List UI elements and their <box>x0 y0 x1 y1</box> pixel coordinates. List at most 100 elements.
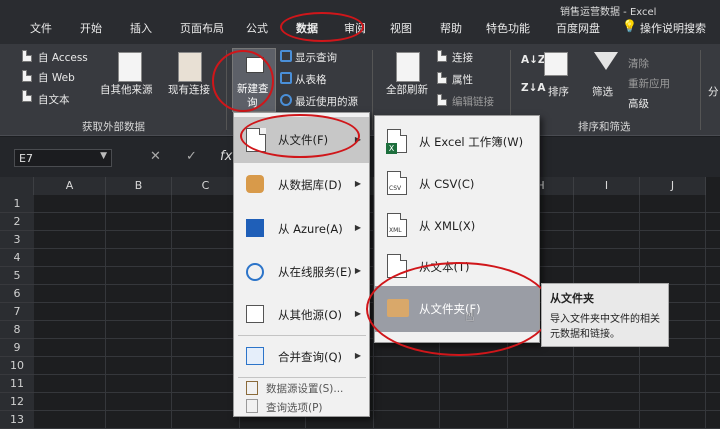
mouse-cursor-icon: ☝ <box>465 306 475 325</box>
tab-insert[interactable]: 插入 <box>130 20 152 36</box>
xml-badge: XML <box>389 227 402 234</box>
menu-item-label: 从 CSV(C) <box>419 177 475 191</box>
row-header[interactable]: 9 <box>0 339 34 357</box>
from-table-button[interactable]: 从表格 <box>295 72 327 87</box>
menu-item-label: 从数据库(D) <box>278 178 342 192</box>
web-icon <box>22 70 32 82</box>
group-label-sort-filter: 排序和筛选 <box>578 121 631 133</box>
from-web-button[interactable]: 自 Web <box>38 70 75 85</box>
filter-icon <box>594 52 618 70</box>
folder-icon <box>387 299 409 317</box>
tab-review[interactable]: 审阅 <box>344 20 366 36</box>
excel-file-icon: X <box>386 129 407 154</box>
column-header[interactable]: C <box>172 177 240 195</box>
menu-item-from-folder[interactable]: 从文件夹(F) <box>375 286 539 332</box>
row-header[interactable]: 12 <box>0 393 34 411</box>
refresh-all-button[interactable]: 全部刷新 <box>386 82 428 97</box>
row-header[interactable]: 3 <box>0 231 34 249</box>
tab-view[interactable]: 视图 <box>390 20 412 36</box>
menu-item-from-azure[interactable]: 从 Azure(A) ▶ <box>234 207 369 249</box>
cancel-icon[interactable]: ✕ <box>150 149 161 164</box>
column-header[interactable]: I <box>574 177 640 195</box>
ribbon-separator <box>700 50 701 130</box>
row-header[interactable]: 1 <box>0 195 34 213</box>
text-to-columns-button[interactable]: 分 <box>708 84 719 99</box>
menu-item-query-options[interactable]: 查询选项(P) <box>234 397 369 415</box>
settings-icon <box>246 381 258 395</box>
submenu-arrow-icon: ▶ <box>354 135 361 144</box>
recent-sources-icon <box>280 94 292 106</box>
menu-item-from-other-sources[interactable]: 从其他源(O) ▶ <box>234 293 369 335</box>
from-other-sources-button[interactable]: 自其他来源 <box>100 82 153 97</box>
tab-data[interactable]: 数据 <box>296 20 318 36</box>
submenu-arrow-icon: ▶ <box>354 179 361 188</box>
row-header[interactable]: 8 <box>0 321 34 339</box>
row-header[interactable]: 4 <box>0 249 34 267</box>
sort-ascending-icon[interactable]: A↓Z <box>521 54 546 66</box>
show-queries-button[interactable]: 显示查询 <box>295 50 337 65</box>
advanced-filter-button[interactable]: 高级 <box>628 96 649 111</box>
menu-item-label: 从文本(T) <box>419 260 470 274</box>
csv-badge: CSV <box>389 185 402 192</box>
menu-item-label: 数据源设置(S)... <box>266 383 344 395</box>
tab-page-layout[interactable]: 页面布局 <box>180 20 224 36</box>
tab-features[interactable]: 特色功能 <box>486 20 530 36</box>
from-text-button[interactable]: 自文本 <box>38 92 70 107</box>
from-file-submenu: X 从 Excel 工作簿(W) CSV 从 CSV(C) XML 从 XML(… <box>374 115 540 343</box>
row-header[interactable]: 6 <box>0 285 34 303</box>
sort-button[interactable]: 排序 <box>548 84 569 99</box>
existing-connections-button[interactable]: 现有连接 <box>168 82 210 97</box>
from-access-button[interactable]: 自 Access <box>38 50 88 65</box>
new-query-button[interactable]: 新建查 询 <box>232 48 276 112</box>
window-title: 销售运营数据 - Excel <box>560 7 657 18</box>
sort-descending-icon[interactable]: Z↓A <box>521 82 546 94</box>
edit-links-button[interactable]: 编辑链接 <box>452 94 494 109</box>
row-header[interactable]: 10 <box>0 357 34 375</box>
row-header[interactable]: 13 <box>0 411 34 429</box>
access-icon <box>22 50 32 62</box>
connections-button[interactable]: 连接 <box>452 50 473 65</box>
row-header[interactable]: 2 <box>0 213 34 231</box>
clear-filter-button[interactable]: 清除 <box>628 56 649 71</box>
menu-item-combine-queries[interactable]: 合并查询(Q) ▶ <box>234 337 369 377</box>
column-header[interactable]: J <box>640 177 706 195</box>
reapply-button[interactable]: 重新应用 <box>628 76 670 91</box>
enter-icon[interactable]: ✓ <box>186 149 197 164</box>
recent-sources-button[interactable]: 最近使用的源 <box>295 94 358 109</box>
menu-item-from-file[interactable]: 从文件(F) ▶ <box>234 117 369 163</box>
submenu-arrow-icon: ▶ <box>354 309 361 318</box>
tab-formulas[interactable]: 公式 <box>246 20 268 36</box>
ribbon-separator <box>226 50 227 130</box>
tab-baidu-netdisk[interactable]: 百度网盘 <box>556 20 600 36</box>
properties-button[interactable]: 属性 <box>452 72 473 87</box>
menu-item-from-csv[interactable]: CSV 从 CSV(C) <box>375 162 539 204</box>
lightbulb-icon: 💡 <box>622 19 637 33</box>
filter-button[interactable]: 筛选 <box>592 84 613 99</box>
tell-me-search[interactable]: 操作说明搜索 <box>640 20 706 36</box>
sort-icon <box>544 52 568 76</box>
menu-item-from-excel-workbook[interactable]: X 从 Excel 工作簿(W) <box>375 120 539 162</box>
connections-icon <box>437 50 447 62</box>
row-header[interactable]: 5 <box>0 267 34 285</box>
menu-item-from-database[interactable]: 从数据库(D) ▶ <box>234 163 369 207</box>
ribbon-separator <box>372 50 373 130</box>
column-header[interactable]: A <box>34 177 106 195</box>
tab-file[interactable]: 文件 <box>30 20 52 36</box>
menu-item-data-source-settings[interactable]: 数据源设置(S)... <box>234 379 369 397</box>
menu-divider <box>238 335 366 336</box>
menu-item-from-online-services[interactable]: 从在线服务(E) ▶ <box>234 249 369 293</box>
tab-help[interactable]: 帮助 <box>440 20 462 36</box>
file-icon <box>246 128 266 152</box>
insert-function-button[interactable]: fx <box>220 149 232 164</box>
row-header[interactable]: 11 <box>0 375 34 393</box>
new-query-menu: 从文件(F) ▶ 从数据库(D) ▶ 从 Azure(A) ▶ 从在线服务(E)… <box>233 112 370 417</box>
text-icon <box>22 90 32 102</box>
grid-line <box>34 374 720 375</box>
column-header[interactable]: B <box>106 177 172 195</box>
menu-item-from-xml[interactable]: XML 从 XML(X) <box>375 204 539 246</box>
tab-home[interactable]: 开始 <box>80 20 102 36</box>
name-box[interactable]: E7 ▼ <box>14 149 112 167</box>
select-all-corner[interactable] <box>0 177 34 195</box>
row-header[interactable]: 7 <box>0 303 34 321</box>
menu-item-from-text[interactable]: 从文本(T) <box>375 246 539 286</box>
